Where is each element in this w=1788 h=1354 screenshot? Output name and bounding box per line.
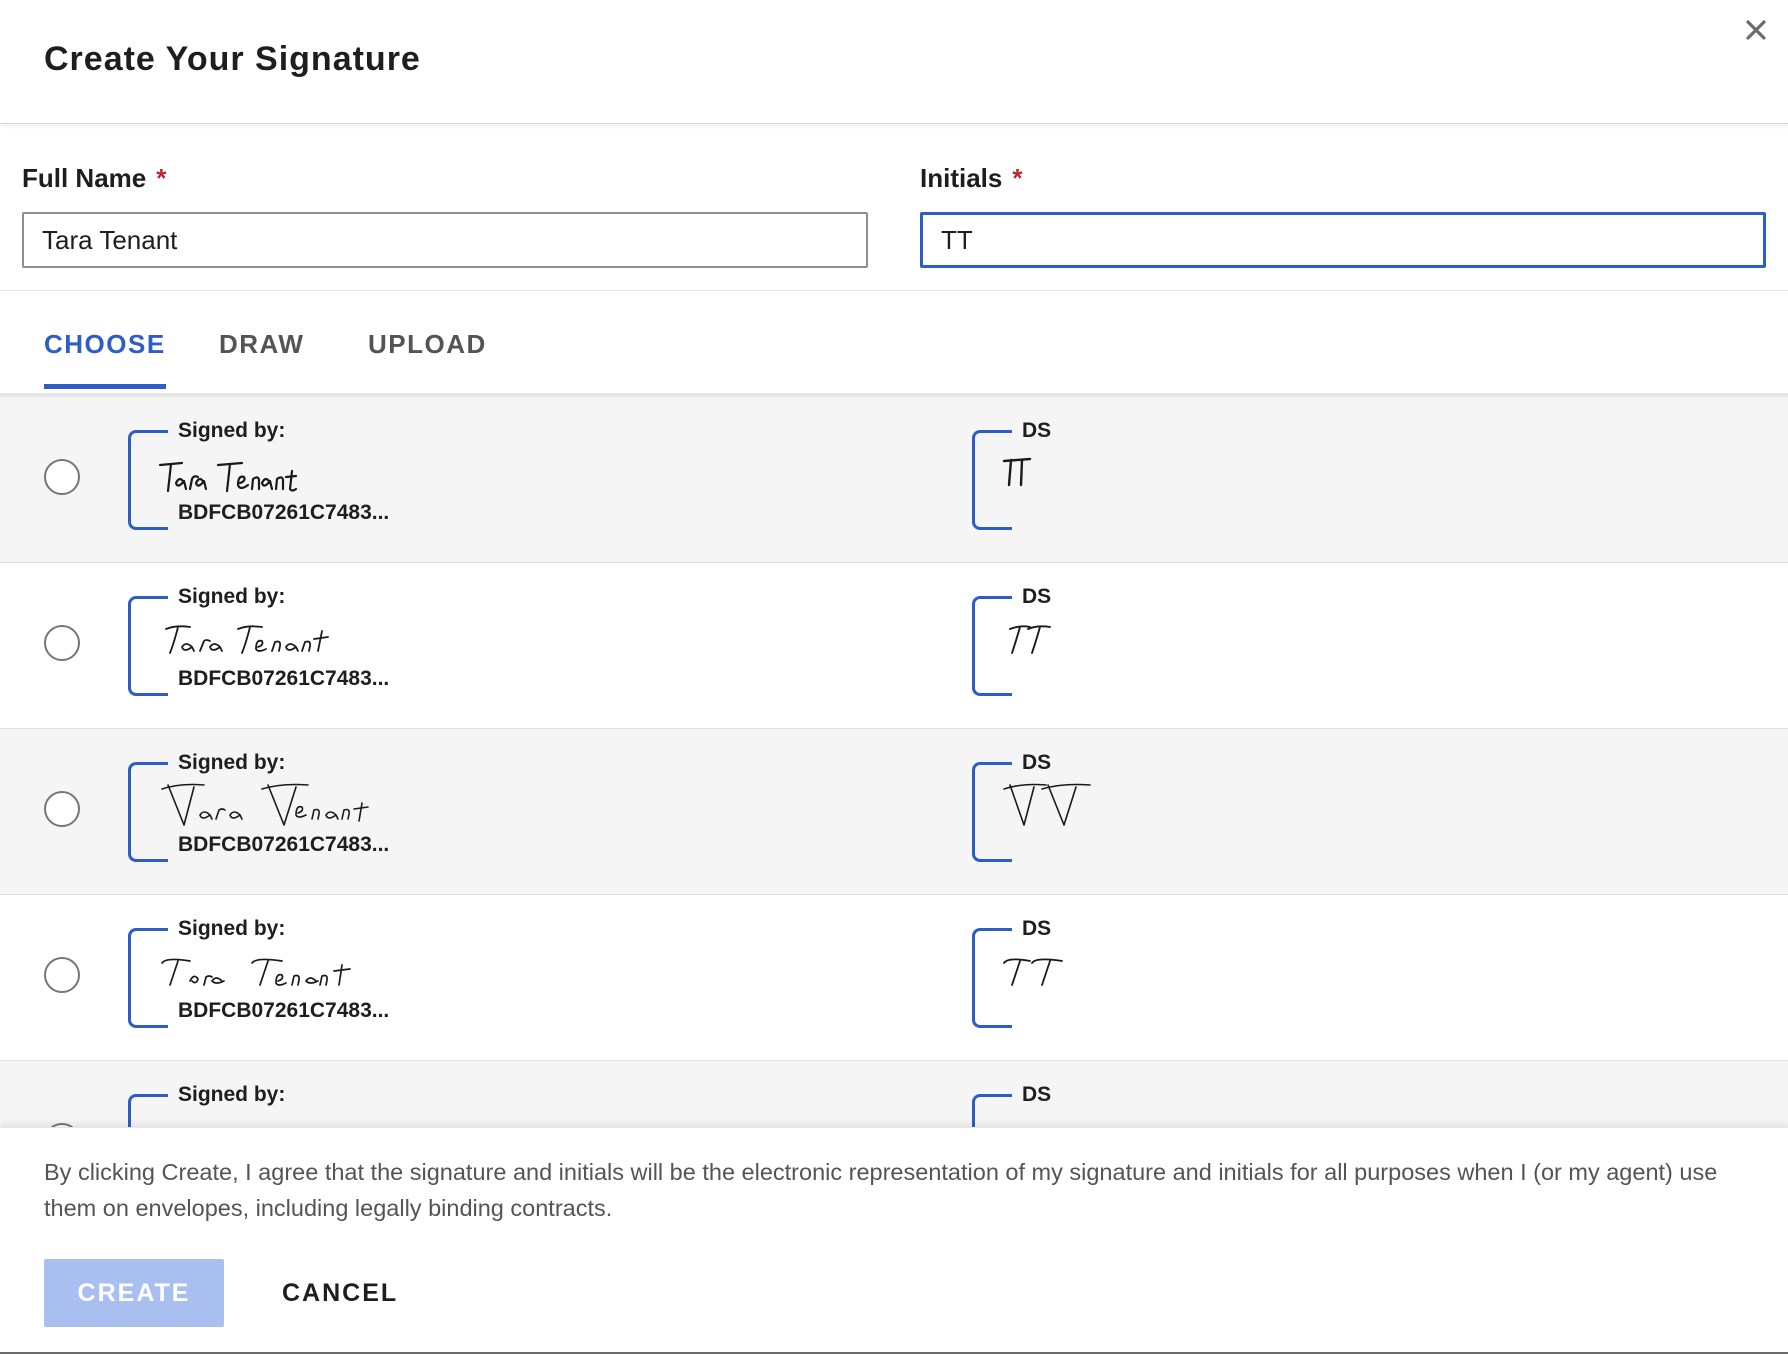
tab-draw[interactable]: DRAW	[219, 329, 304, 389]
signature-image	[158, 461, 298, 493]
initials-image	[1002, 457, 1032, 487]
full-name-field: Full Name *	[22, 160, 868, 268]
signed-by-label: Signed by:	[178, 1083, 286, 1106]
initials-field: Initials *	[920, 160, 1766, 268]
signed-by-label: Signed by:	[178, 585, 286, 608]
ds-label: DS	[1022, 419, 1052, 442]
dialog-header: Create Your Signature	[0, 0, 1788, 124]
certificate-id: BDFCB07261C7483...	[178, 833, 390, 856]
option-radio[interactable]	[44, 459, 80, 495]
full-name-label: Full Name *	[22, 160, 868, 196]
name-fields: Full Name * Initials *	[0, 124, 1788, 291]
initials-label-text: Initials	[920, 162, 1003, 193]
ds-label: DS	[1022, 751, 1052, 774]
initials-image	[1003, 783, 1091, 826]
option-radio[interactable]	[44, 957, 80, 993]
signature-image	[165, 625, 329, 654]
close-button[interactable]	[1734, 8, 1778, 52]
initials-input[interactable]	[920, 212, 1766, 268]
signature-option-2[interactable]: Signed by: BDFCB07261C7483... DS	[0, 563, 1788, 729]
agreement-text: By clicking Create, I agree that the sig…	[44, 1159, 1718, 1221]
signature-option-3[interactable]: Signed by: BDFCB07261C7483... DS	[0, 729, 1788, 895]
dialog-title: Create Your Signature	[44, 40, 421, 78]
signature-option-4[interactable]: Signed by: BDFCB07261C7483... DS	[0, 895, 1788, 1061]
ds-label: DS	[1022, 917, 1052, 940]
full-name-label-text: Full Name	[22, 162, 147, 193]
signature-style-list[interactable]: Signed by: BDFCB07261C7483... DS Signed …	[0, 397, 1788, 1127]
tab-upload[interactable]: UPLOAD	[368, 329, 487, 389]
dialog-footer: By clicking Create, I agree that the sig…	[0, 1127, 1788, 1354]
signature-method-tabs: CHOOSE DRAW UPLOAD	[0, 291, 1788, 397]
signature-option-5[interactable]: Signed by: DS	[0, 1061, 1788, 1127]
signature-image	[161, 958, 351, 986]
initials-image	[1003, 958, 1063, 986]
certificate-id: BDFCB07261C7483...	[178, 501, 390, 524]
signed-by-label: Signed by:	[178, 917, 286, 940]
option-radio[interactable]	[44, 791, 80, 827]
create-signature-dialog: Create Your Signature Full Name * Initia…	[0, 0, 1788, 1354]
option-radio[interactable]	[44, 625, 80, 661]
signature-image	[161, 783, 369, 826]
signed-by-label: Signed by:	[178, 751, 286, 774]
ds-label: DS	[1022, 1083, 1052, 1106]
close-icon	[1746, 20, 1766, 40]
signature-bracket	[128, 1094, 168, 1127]
signature-option-1[interactable]: Signed by: BDFCB07261C7483... DS	[0, 397, 1788, 563]
cancel-button[interactable]: CANCEL	[262, 1259, 418, 1327]
required-marker: *	[1012, 162, 1023, 193]
initials-image	[1009, 625, 1051, 654]
initials-label: Initials *	[920, 160, 1766, 196]
create-button[interactable]: CREATE	[44, 1259, 224, 1327]
initials-bracket	[972, 1094, 1012, 1127]
required-marker: *	[156, 162, 167, 193]
certificate-id: BDFCB07261C7483...	[178, 999, 390, 1022]
certificate-id: BDFCB07261C7483...	[178, 667, 390, 690]
full-name-input[interactable]	[22, 212, 868, 268]
signed-by-label: Signed by:	[178, 419, 286, 442]
ds-label: DS	[1022, 585, 1052, 608]
tab-choose[interactable]: CHOOSE	[44, 329, 166, 389]
